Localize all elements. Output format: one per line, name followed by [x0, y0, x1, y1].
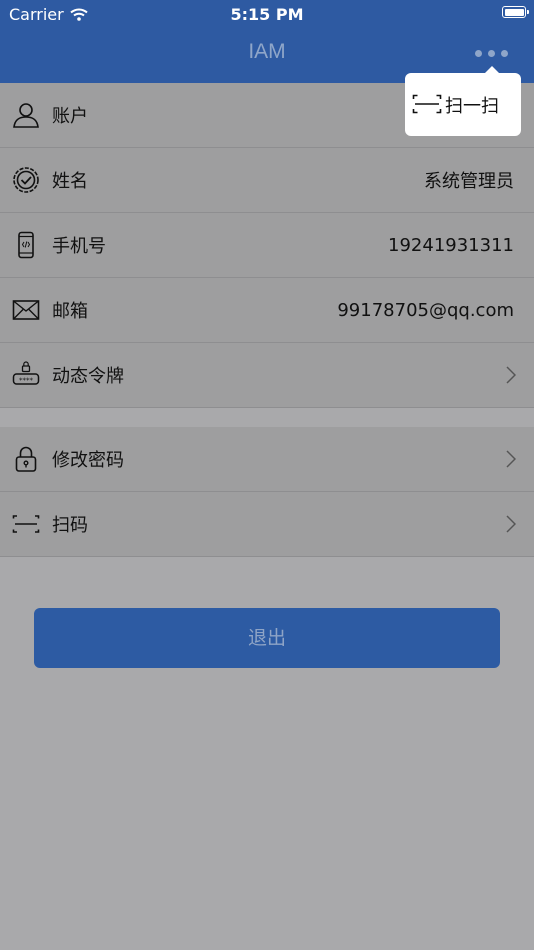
scan-popup-label: 扫一扫: [445, 96, 499, 117]
lock-icon: [15, 446, 37, 472]
scan-icon: [412, 94, 442, 114]
account-label: 账户: [52, 106, 88, 127]
more-dot-icon: [488, 50, 495, 57]
user-icon: [13, 103, 39, 128]
phone-icon: [18, 231, 34, 259]
status-bar: Carrier 5:15 PM: [0, 0, 534, 28]
chevron-right-icon: [506, 450, 516, 468]
dynamic-token-label: 动态令牌: [52, 366, 124, 387]
scan-icon: [12, 515, 40, 533]
phone-value: 19241931311: [388, 234, 514, 256]
name-value: 系统管理员: [424, 171, 514, 192]
battery-icon: [502, 6, 529, 18]
row-phone: 手机号 19241931311: [0, 213, 534, 278]
more-dot-icon: [501, 50, 508, 57]
logout-button[interactable]: 退出: [34, 608, 500, 668]
more-menu-button[interactable]: [475, 50, 508, 57]
email-label: 邮箱: [52, 301, 88, 322]
row-name: 姓名 系统管理员: [0, 148, 534, 213]
more-dot-icon: [475, 50, 482, 57]
scan-label: 扫码: [52, 515, 88, 536]
page-title: IAM: [248, 40, 286, 63]
row-scan[interactable]: 扫码: [0, 492, 534, 557]
verified-badge-icon: [13, 167, 39, 193]
name-label: 姓名: [52, 171, 88, 192]
chevron-right-icon: [506, 515, 516, 533]
row-dynamic-token[interactable]: **** 动态令牌: [0, 343, 534, 408]
scan-popup-menu-item[interactable]: 扫一扫: [405, 73, 521, 136]
actions-group: 修改密码 扫码: [0, 427, 534, 557]
clock: 5:15 PM: [230, 5, 304, 24]
svg-text:****: ****: [19, 377, 34, 385]
row-email: 邮箱 99178705@qq.com: [0, 278, 534, 343]
token-icon: ****: [12, 361, 40, 385]
mail-icon: [12, 300, 40, 320]
phone-label: 手机号: [52, 236, 106, 257]
chevron-right-icon: [506, 366, 516, 384]
email-value: 99178705@qq.com: [337, 299, 514, 321]
row-change-password[interactable]: 修改密码: [0, 427, 534, 492]
change-password-label: 修改密码: [52, 450, 124, 471]
